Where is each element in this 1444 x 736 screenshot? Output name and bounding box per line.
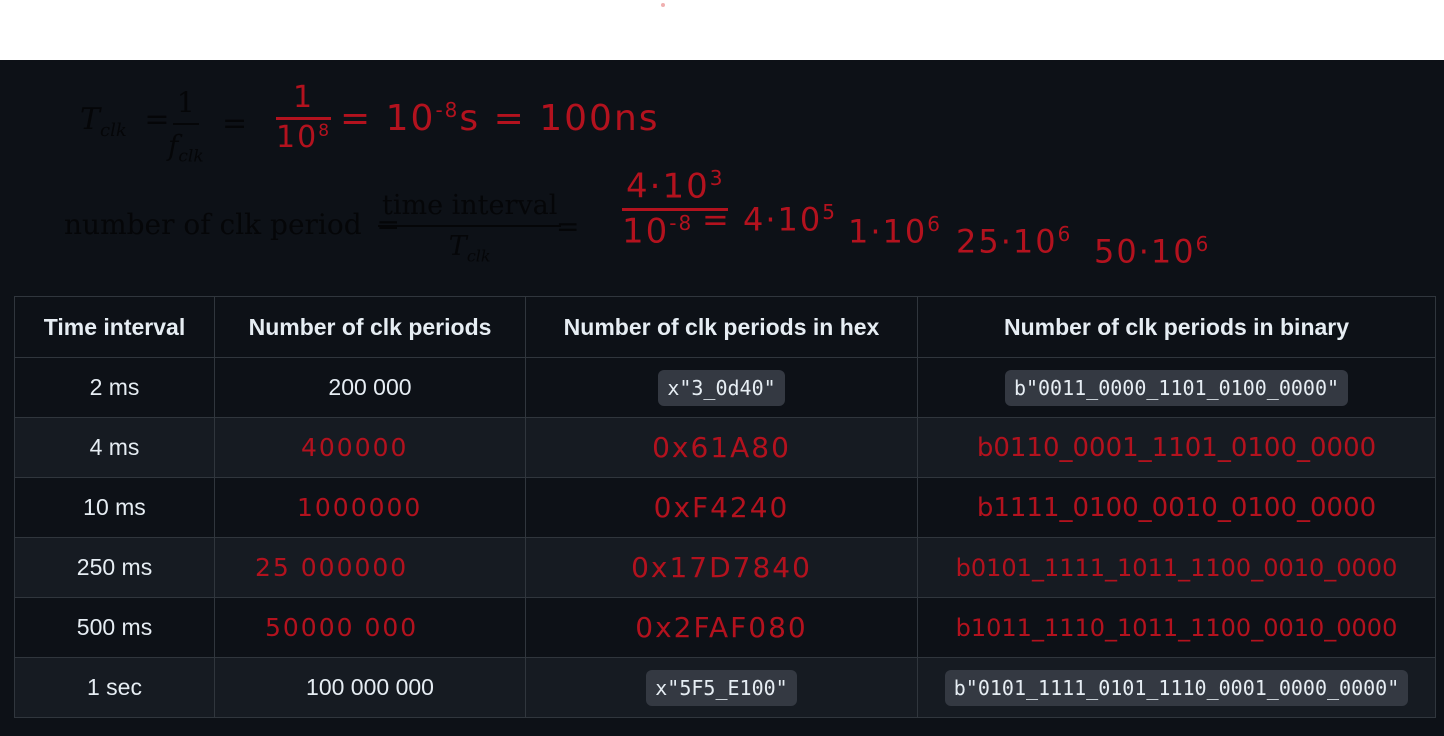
formula2-lhs: number of clk period = xyxy=(64,208,401,241)
handwriting-fraction-1-over-10-8: 1 108 xyxy=(276,80,332,155)
cell-binary: b0101_1111_1011_1100_0010_0000 xyxy=(917,537,1436,598)
handwriting-1e6: 1·106 xyxy=(848,212,942,251)
formula2-denominator: T xyxy=(448,231,467,262)
header-number-of-clk-periods: Number of clk periods xyxy=(214,296,526,358)
cell-interval: 2 ms xyxy=(14,357,215,418)
table-header-row: Time interval Number of clk periods Numb… xyxy=(14,296,1436,358)
cell-binary: b"0101_1111_0101_1110_0001_0000_0000" xyxy=(917,657,1436,718)
handwritten-binary: b0110_0001_1101_0100_0000 xyxy=(976,432,1377,463)
table-row: 2 ms 200 000 x"3_0d40" b"0011_0000_1101_… xyxy=(14,357,1436,418)
table-row: 500 ms 50000 000 0x2FAF080 b1011_1110_10… xyxy=(14,597,1436,658)
formula1-lhs: Tclk = xyxy=(80,102,170,141)
handwritten-hex: 0x2FAF080 xyxy=(635,611,808,644)
cell-hex: x"5F5_E100" xyxy=(525,657,918,718)
handwritten-periods: 1000000 xyxy=(297,493,423,522)
cell-hex: 0xF4240 xyxy=(525,477,918,538)
cell-binary: b"0011_0000_1101_0100_0000" xyxy=(917,357,1436,418)
handwritten-periods: 25 000000 xyxy=(255,553,409,582)
cell-hex: 0x2FAF080 xyxy=(525,597,918,658)
cell-periods: 100 000 000 xyxy=(214,657,526,718)
handwritten-hex: 0x61A80 xyxy=(652,431,791,464)
binary-code: b"0101_1111_0101_1110_0001_0000_0000" xyxy=(944,669,1409,706)
cell-hex: x"3_0d40" xyxy=(525,357,918,418)
formula1-numerator: 1 xyxy=(172,86,199,125)
handwritten-periods: 400000 xyxy=(301,433,409,462)
cell-binary: b1011_1110_1011_1100_0010_0000 xyxy=(917,597,1436,658)
formula1-fraction: 1 fclk xyxy=(168,86,204,167)
hex-code: x"3_0d40" xyxy=(658,369,785,406)
cell-periods: 200 000 xyxy=(214,357,526,418)
header-time-interval: Time interval xyxy=(14,296,215,358)
clk-periods-table: Time interval Number of clk periods Numb… xyxy=(14,296,1436,718)
cell-interval: 4 ms xyxy=(14,417,215,478)
cell-periods: 25 000000 xyxy=(214,537,526,598)
cell-hex: 0x17D7840 xyxy=(525,537,918,598)
top-white-bar xyxy=(0,0,1444,60)
cell-periods: 50000 000 xyxy=(214,597,526,658)
cell-interval: 500 ms xyxy=(14,597,215,658)
cell-periods: 1000000 xyxy=(214,477,526,538)
formula2-numerator: time interval xyxy=(378,190,562,227)
handwritten-binary: b0101_1111_1011_1100_0010_0000 xyxy=(955,553,1398,582)
handwritten-hex: 0x17D7840 xyxy=(631,551,812,584)
formula1-trailing-eq: = xyxy=(222,106,248,141)
decorative-dot xyxy=(661,3,665,7)
handwriting-line1-rest: = 10-8s = 100ns xyxy=(340,98,660,139)
cell-binary: b0110_0001_1101_0100_0000 xyxy=(917,417,1436,478)
table-row: 250 ms 25 000000 0x17D7840 b0101_1111_10… xyxy=(14,537,1436,598)
handwritten-periods: 50000 000 xyxy=(265,613,419,642)
cell-binary: b1111_0100_0010_0100_0000 xyxy=(917,477,1436,538)
handwriting-4e5: = 4·105 xyxy=(702,200,837,239)
table-row: 10 ms 1000000 0xF4240 b1111_0100_0010_01… xyxy=(14,477,1436,538)
handwritten-binary: b1011_1110_1011_1100_0010_0000 xyxy=(955,613,1398,642)
header-clk-periods-hex: Number of clk periods in hex xyxy=(525,296,918,358)
table-row: 1 sec 100 000 000 x"5F5_E100" b"0101_111… xyxy=(14,657,1436,718)
cell-periods: 400000 xyxy=(214,417,526,478)
cell-hex: 0x61A80 xyxy=(525,417,918,478)
formula2-trailing-eq: = xyxy=(556,210,580,243)
binary-code: b"0011_0000_1101_0100_0000" xyxy=(1004,369,1349,406)
table-row: 4 ms 400000 0x61A80 b0110_0001_1101_0100… xyxy=(14,417,1436,478)
handwriting-50e6: 50·106 xyxy=(1094,232,1211,271)
header-clk-periods-binary: Number of clk periods in binary xyxy=(917,296,1436,358)
formula2-fraction: time interval Tclk xyxy=(378,190,562,265)
cell-interval: 250 ms xyxy=(14,537,215,598)
hex-code: x"5F5_E100" xyxy=(646,669,797,706)
cell-interval: 10 ms xyxy=(14,477,215,538)
cell-interval: 1 sec xyxy=(14,657,215,718)
handwritten-binary: b1111_0100_0010_0100_0000 xyxy=(976,492,1377,523)
handwritten-hex: 0xF4240 xyxy=(653,491,790,524)
handwriting-25e6: 25·106 xyxy=(956,222,1073,261)
formula1-denominator: f xyxy=(168,129,179,162)
